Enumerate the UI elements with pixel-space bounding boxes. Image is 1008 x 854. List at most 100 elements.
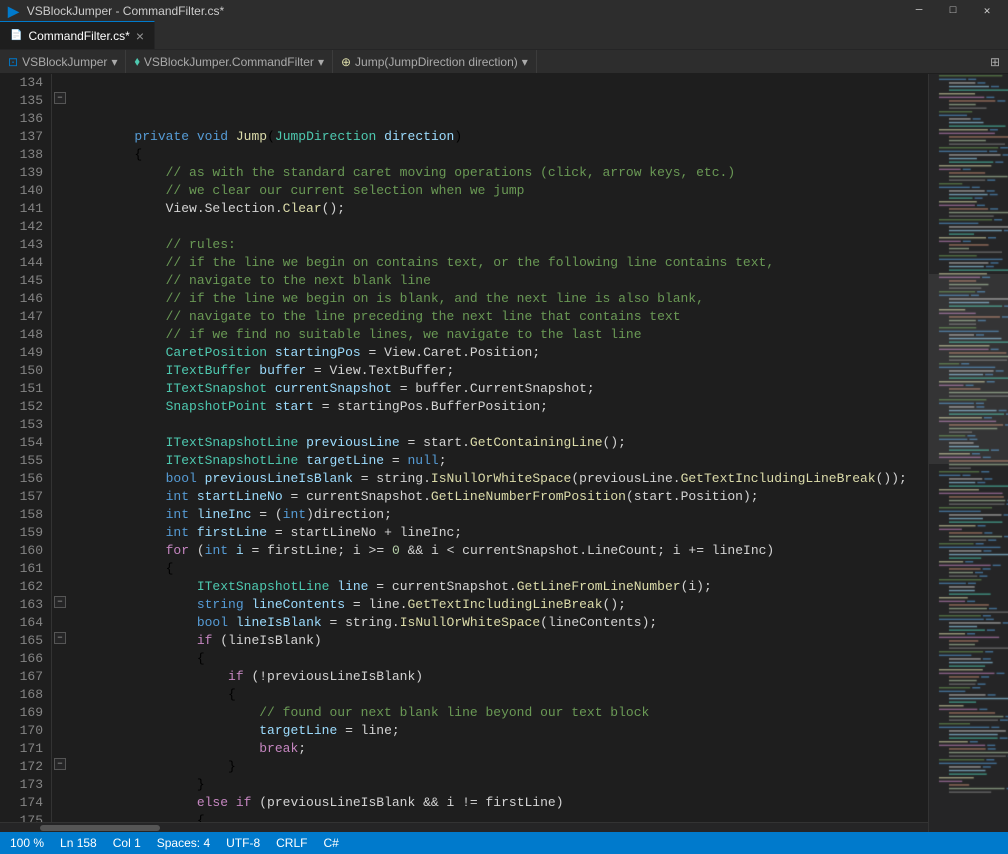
line-numbers: 1341351361371381391401411421431441451461…	[0, 74, 52, 822]
status-bar: 100 % Ln 158 Col 1 Spaces: 4 UTF-8 CRLF …	[0, 832, 1008, 854]
tab-close-icon[interactable]: ×	[136, 28, 144, 44]
nav-class[interactable]: ⬧ VSBlockJumper.CommandFilter ▾	[126, 50, 333, 73]
code-line-161: string lineContents = line.GetTextInclud…	[72, 596, 924, 614]
line-number-156: 156	[8, 470, 43, 488]
code-line-143: // navigate to the next blank line	[72, 272, 924, 290]
line-number-144: 144	[8, 254, 43, 272]
nav-method[interactable]: ⊕ Jump(JumpDirection direction) ▾	[333, 50, 537, 73]
editor: 1341351361371381391401411421431441451461…	[0, 74, 928, 832]
line-number-173: 173	[8, 776, 43, 794]
code-line-162: bool lineIsBlank = string.IsNullOrWhiteS…	[72, 614, 924, 632]
line-number-164: 164	[8, 614, 43, 632]
code-line-149: ITextSnapshot currentSnapshot = buffer.C…	[72, 380, 924, 398]
nav-method-dropdown-icon: ▾	[522, 55, 528, 69]
line-number-149: 149	[8, 344, 43, 362]
code-line-159: {	[72, 560, 924, 578]
line-number-140: 140	[8, 182, 43, 200]
minimap[interactable]	[928, 74, 1008, 832]
code-line-137: // as with the standard caret moving ope…	[72, 164, 924, 182]
nav-bar: ⊡ VSBlockJumper ▾ ⬧ VSBlockJumper.Comman…	[0, 50, 1008, 74]
status-encoding[interactable]: UTF-8	[226, 836, 260, 850]
status-line-ending[interactable]: CRLF	[276, 836, 307, 850]
line-number-150: 150	[8, 362, 43, 380]
code-line-153: ITextSnapshotLine targetLine = null;	[72, 452, 924, 470]
main-area: 1341351361371381391401411421431441451461…	[0, 74, 1008, 832]
code-line-163: if (lineIsBlank)	[72, 632, 924, 650]
status-ln[interactable]: Ln 158	[60, 836, 97, 850]
line-number-172: 172	[8, 758, 43, 776]
code-line-170: }	[72, 758, 924, 776]
code-line-166: {	[72, 686, 924, 704]
code-line-134	[72, 110, 924, 128]
code-line-152: ITextSnapshotLine previousLine = start.G…	[72, 434, 924, 452]
nav-project-label: VSBlockJumper	[22, 55, 107, 69]
code-area[interactable]: private void Jump(JumpDirection directio…	[68, 74, 928, 822]
code-line-171: }	[72, 776, 924, 794]
line-number-160: 160	[8, 542, 43, 560]
code-line-160: ITextSnapshotLine line = currentSnapshot…	[72, 578, 924, 596]
tab-commandfilter[interactable]: 📄 CommandFilter.cs* ×	[0, 21, 155, 49]
line-number-145: 145	[8, 272, 43, 290]
gutter: − − − −	[52, 74, 68, 822]
line-number-146: 146	[8, 290, 43, 308]
line-number-148: 148	[8, 326, 43, 344]
line-number-143: 143	[8, 236, 43, 254]
code-line-154: bool previousLineIsBlank = string.IsNull…	[72, 470, 924, 488]
line-number-161: 161	[8, 560, 43, 578]
nav-class-dropdown-icon: ▾	[318, 55, 324, 69]
code-container[interactable]: 1341351361371381391401411421431441451461…	[0, 74, 928, 822]
line-number-155: 155	[8, 452, 43, 470]
nav-project[interactable]: ⊡ VSBlockJumper ▾	[0, 50, 126, 73]
line-number-138: 138	[8, 146, 43, 164]
code-line-140	[72, 218, 924, 236]
code-line-139: View.Selection.Clear();	[72, 200, 924, 218]
line-number-166: 166	[8, 650, 43, 668]
status-language[interactable]: C#	[323, 836, 338, 850]
code-line-148: ITextBuffer buffer = View.TextBuffer;	[72, 362, 924, 380]
code-line-135: private void Jump(JumpDirection directio…	[72, 128, 924, 146]
minimize-button[interactable]: ─	[906, 0, 932, 22]
code-line-155: int startLineNo = currentSnapshot.GetLin…	[72, 488, 924, 506]
scrollbar-thumb[interactable]	[40, 825, 160, 831]
title-text: VSBlockJumper - CommandFilter.cs*	[27, 4, 898, 18]
line-number-170: 170	[8, 722, 43, 740]
collapse-btn-163[interactable]: −	[54, 596, 66, 608]
line-number-174: 174	[8, 794, 43, 812]
status-col[interactable]: Col 1	[113, 836, 141, 850]
minimap-viewport	[929, 274, 1008, 464]
line-number-157: 157	[8, 488, 43, 506]
nav-class-label: VSBlockJumper.CommandFilter	[144, 55, 314, 69]
line-number-151: 151	[8, 380, 43, 398]
app-icon: ▶	[8, 3, 19, 20]
line-number-139: 139	[8, 164, 43, 182]
status-zoom[interactable]: 100 %	[10, 836, 44, 850]
line-number-163: 163	[8, 596, 43, 614]
code-line-144: // if the line we begin on is blank, and…	[72, 290, 924, 308]
nav-class-icon: ⬧	[134, 54, 139, 69]
close-button[interactable]: ✕	[974, 0, 1000, 22]
line-number-152: 152	[8, 398, 43, 416]
line-number-147: 147	[8, 308, 43, 326]
tab-icon: 📄	[10, 30, 22, 41]
code-line-157: int firstLine = startLineNo + lineInc;	[72, 524, 924, 542]
code-line-150: SnapshotPoint start = startingPos.Buffer…	[72, 398, 924, 416]
split-editor-button[interactable]: ⊞	[982, 55, 1008, 69]
code-line-142: // if the line we begin on contains text…	[72, 254, 924, 272]
line-number-167: 167	[8, 668, 43, 686]
collapse-btn-135[interactable]: −	[54, 92, 66, 104]
maximize-button[interactable]: □	[940, 0, 966, 22]
line-number-168: 168	[8, 686, 43, 704]
line-number-137: 137	[8, 128, 43, 146]
line-number-154: 154	[8, 434, 43, 452]
collapse-btn-165[interactable]: −	[54, 632, 66, 644]
line-number-175: 175	[8, 812, 43, 822]
nav-project-icon: ⊡	[8, 55, 18, 69]
collapse-btn-172[interactable]: −	[54, 758, 66, 770]
line-number-135: 135	[8, 92, 43, 110]
line-number-158: 158	[8, 506, 43, 524]
code-line-147: CaretPosition startingPos = View.Caret.P…	[72, 344, 924, 362]
status-spaces[interactable]: Spaces: 4	[157, 836, 210, 850]
horizontal-scrollbar[interactable]	[0, 822, 928, 832]
code-line-173: {	[72, 812, 924, 822]
line-number-159: 159	[8, 524, 43, 542]
